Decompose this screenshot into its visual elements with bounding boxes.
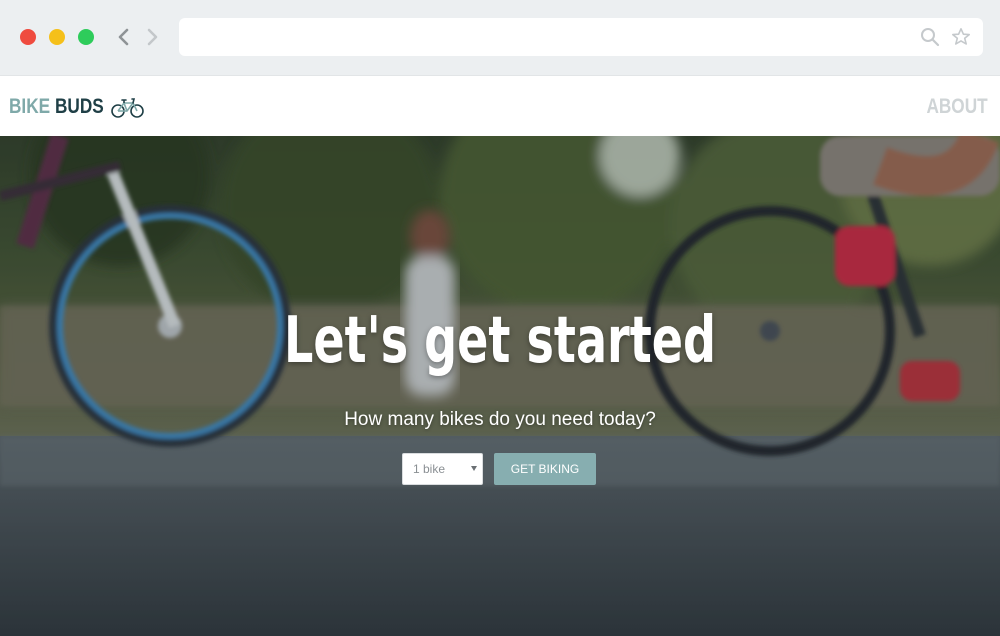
minimize-window-button[interactable] xyxy=(49,29,65,45)
bike-count-select[interactable]: 1 bike xyxy=(402,453,483,485)
hero-background-image xyxy=(0,136,1000,636)
hero-subtitle: How many bikes do you need today? xyxy=(344,409,656,430)
chevron-left-icon[interactable] xyxy=(113,25,135,49)
browser-toolbar xyxy=(0,0,1000,76)
chevron-down-icon xyxy=(471,466,477,471)
chevron-right-icon[interactable] xyxy=(141,25,163,49)
star-icon[interactable] xyxy=(951,27,971,47)
logo-text-secondary: BUDS xyxy=(54,95,104,118)
close-window-button[interactable] xyxy=(20,29,36,45)
maximize-window-button[interactable] xyxy=(78,29,94,45)
site-header: BIKE BUDS ABOUT xyxy=(0,76,1000,136)
hero-title: Let's get started xyxy=(283,304,717,378)
get-biking-button[interactable]: GET BIKING xyxy=(494,453,596,485)
hero-section: Let's get started How many bikes do you … xyxy=(0,136,1000,636)
address-bar[interactable] xyxy=(179,18,983,56)
bicycle-icon xyxy=(111,98,144,118)
logo-text-primary: BIKE xyxy=(9,95,51,118)
site-logo[interactable]: BIKE BUDS xyxy=(9,94,104,120)
bike-count-selected-value: 1 bike xyxy=(413,462,446,476)
nav-link-about[interactable]: ABOUT xyxy=(927,94,988,120)
search-icon[interactable] xyxy=(920,27,940,47)
